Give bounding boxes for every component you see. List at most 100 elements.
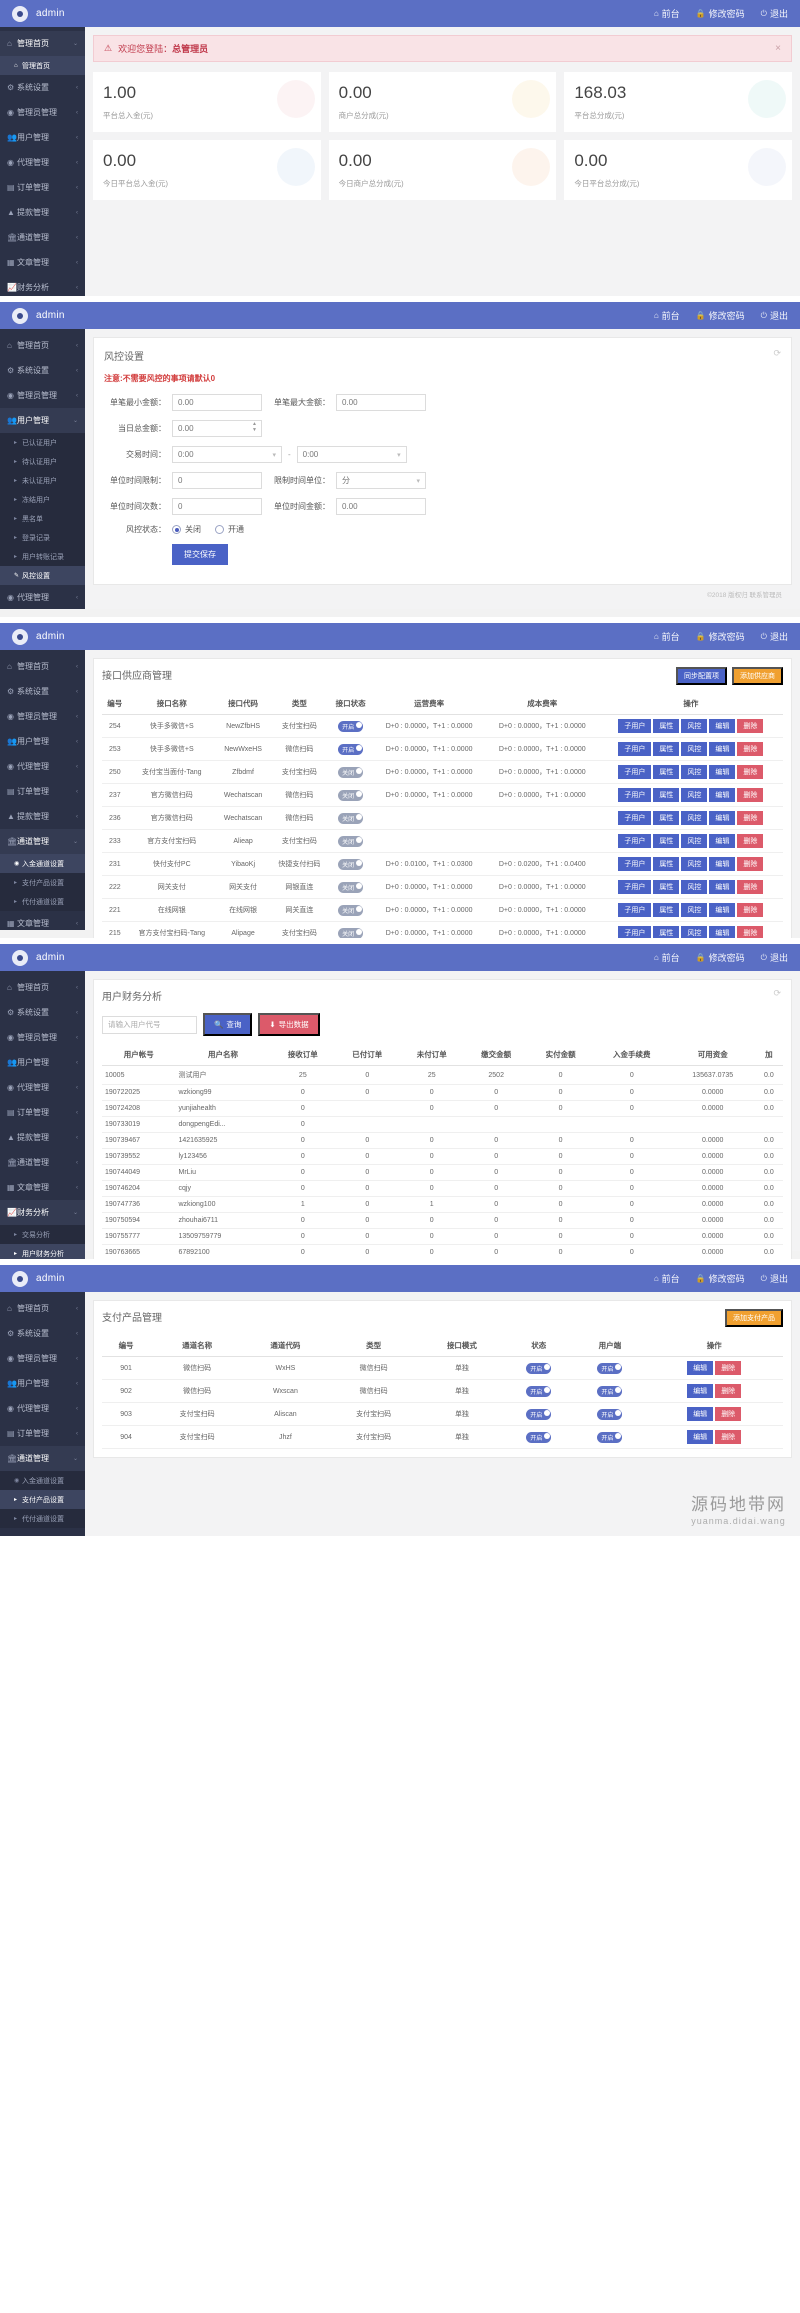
action-1-button[interactable]: 属性 [653, 765, 680, 779]
action-1-button[interactable]: 属性 [653, 742, 680, 756]
sidebar-item-orders[interactable]: ▤订单管理‹ [0, 610, 85, 617]
sidebar-item-admin[interactable]: ◉ 管理员管理 ‹ [0, 100, 85, 125]
cell-status[interactable]: 开启 [503, 1402, 575, 1426]
action-2-button[interactable]: 风控 [681, 765, 708, 779]
action-4-button[interactable]: 删除 [737, 811, 764, 825]
action-3-button[interactable]: 编辑 [709, 788, 736, 802]
sidebar-sub-trade-analysis[interactable]: ▸ 交易分析 [0, 1225, 85, 1244]
sidebar-item-admin[interactable]: ◉ 管理员管理 ‹ [0, 1025, 85, 1050]
sidebar-item-users[interactable]: 👥 用户管理 ‹ [0, 729, 85, 754]
topbar-link-password[interactable]: 🔒 修改密码 [696, 309, 745, 322]
sidebar-item-system[interactable]: ⚙ 系统设置 ‹ [0, 75, 85, 100]
status-toggle[interactable]: 开启 [526, 1431, 552, 1443]
action-0-button[interactable]: 子用户 [618, 880, 652, 894]
action-0-button[interactable]: 子用户 [618, 811, 652, 825]
refresh-icon[interactable]: ⟳ [773, 988, 781, 999]
action-1-button[interactable]: 删除 [715, 1384, 742, 1398]
status-toggle[interactable]: 开启 [526, 1408, 552, 1420]
sidebar-item-withdraw[interactable]: ▲ 提款管理 ‹ [0, 200, 85, 225]
status-toggle[interactable]: 关闭 [338, 927, 364, 938]
status-toggle[interactable]: 开启 [526, 1362, 552, 1374]
sidebar-item-system[interactable]: ⚙ 系统设置 ‹ [0, 1000, 85, 1025]
refresh-icon[interactable]: ⟳ [773, 348, 781, 359]
action-1-button[interactable]: 删除 [715, 1361, 742, 1375]
action-1-button[interactable]: 属性 [653, 903, 680, 917]
sidebar-item-article[interactable]: ▦文章管理 ‹ [0, 1175, 85, 1200]
topbar-link-logout[interactable]: ⏻ 退出 [761, 951, 788, 964]
topbar-link-logout[interactable]: ⏻ 退出 [761, 630, 788, 643]
action-0-button[interactable]: 子用户 [618, 926, 652, 938]
sidebar-sub-product[interactable]: ▸ 支付产品设置 [0, 873, 85, 892]
sidebar-item-users[interactable]: 👥 用户管理 ‹ [0, 1371, 85, 1396]
sidebar-item-finance[interactable]: 📈 财务分析 ⌄ [0, 1200, 85, 1225]
status-toggle[interactable]: 关闭 [338, 858, 364, 870]
cell-status[interactable]: 开启 [328, 737, 373, 761]
close-icon[interactable]: × [775, 43, 781, 54]
sidebar-item-users[interactable]: 👥 用户管理 ‹ [0, 125, 85, 150]
user-toggle[interactable]: 开启 [597, 1431, 623, 1443]
sidebar-item-system[interactable]: ⚙ 系统设置 ‹ [0, 679, 85, 704]
topbar-link-frontend[interactable]: ⌂ 前台 [654, 630, 680, 643]
action-4-button[interactable]: 删除 [737, 857, 764, 871]
sidebar-item-channel[interactable]: 🏛 通道管理 ⌄ [0, 829, 85, 854]
cell-status[interactable]: 开启 [328, 714, 373, 738]
sidebar-sub-login-log[interactable]: ▸ 登录记录 [0, 528, 85, 547]
status-toggle[interactable]: 开启 [338, 743, 364, 755]
sidebar-item-admin[interactable]: ◉ 管理员管理 ‹ [0, 704, 85, 729]
action-0-button[interactable]: 子用户 [618, 834, 652, 848]
action-2-button[interactable]: 风控 [681, 742, 708, 756]
status-toggle[interactable]: 关闭 [338, 789, 364, 801]
sidebar-item-home[interactable]: ⌂ 管理首页 ⌄ [0, 31, 85, 56]
sidebar-item-article[interactable]: ▦文章管理 ‹ [0, 911, 85, 936]
status-toggle[interactable]: 关闭 [338, 881, 364, 893]
radio-open[interactable]: 开通 [215, 524, 244, 535]
action-1-button[interactable]: 属性 [653, 857, 680, 871]
cell-status[interactable]: 关闭 [328, 852, 373, 876]
action-3-button[interactable]: 编辑 [709, 903, 736, 917]
min-amount-input[interactable]: 0.00 [172, 394, 262, 411]
sidebar-item-agent[interactable]: ◉ 代理管理 ‹ [0, 585, 85, 610]
action-0-button[interactable]: 子用户 [618, 788, 652, 802]
action-1-button[interactable]: 属性 [653, 834, 680, 848]
sidebar-item-agent[interactable]: ◉ 代理管理 ‹ [0, 1075, 85, 1100]
action-1-button[interactable]: 属性 [653, 788, 680, 802]
sidebar-sub-pending[interactable]: ▸ 待认证用户 [0, 452, 85, 471]
sidebar-sub-home[interactable]: ⌂ 管理首页 [0, 56, 85, 75]
action-0-button[interactable]: 编辑 [687, 1407, 714, 1421]
status-toggle[interactable]: 关闭 [338, 812, 364, 824]
sidebar-sub-payout[interactable]: ▸ 代付通道设置 [0, 1509, 85, 1528]
unit-time-amount-input[interactable]: 0.00 [336, 498, 426, 515]
action-1-button[interactable]: 删除 [715, 1430, 742, 1444]
cell-user-status[interactable]: 开启 [574, 1402, 646, 1426]
time-to-select[interactable]: 0:00 [296, 446, 407, 463]
action-4-button[interactable]: 删除 [737, 903, 764, 917]
action-3-button[interactable]: 编辑 [709, 719, 736, 733]
radio-close[interactable]: 关闭 [172, 524, 201, 535]
sidebar-item-system[interactable]: ⚙ 系统设置 ‹ [0, 1321, 85, 1346]
action-4-button[interactable]: 删除 [737, 765, 764, 779]
time-unit-select[interactable]: 分 [336, 472, 426, 489]
spinner-icon[interactable]: ▲ ▼ [252, 421, 257, 433]
action-1-button[interactable]: 属性 [653, 880, 680, 894]
cell-status[interactable]: 关闭 [328, 921, 373, 938]
sidebar-item-channel[interactable]: 🏛 通道管理 ‹ [0, 1150, 85, 1175]
action-0-button[interactable]: 编辑 [687, 1361, 714, 1375]
sidebar-item-channel[interactable]: 🏛 通道管理 ‹ [0, 225, 85, 250]
action-4-button[interactable]: 删除 [737, 742, 764, 756]
add-supplier-button[interactable]: 添加供应商 [732, 667, 783, 685]
sidebar-item-agent[interactable]: ◉ 代理管理 ‹ [0, 1396, 85, 1421]
user-toggle[interactable]: 开启 [597, 1408, 623, 1420]
action-0-button[interactable]: 子用户 [618, 742, 652, 756]
action-0-button[interactable]: 编辑 [687, 1430, 714, 1444]
action-4-button[interactable]: 删除 [737, 788, 764, 802]
action-2-button[interactable]: 风控 [681, 926, 708, 938]
action-3-button[interactable]: 编辑 [709, 765, 736, 779]
unit-time-limit-input[interactable]: 0 [172, 472, 262, 489]
action-0-button[interactable]: 编辑 [687, 1384, 714, 1398]
cell-status[interactable]: 关闭 [328, 875, 373, 899]
topbar-link-frontend[interactable]: ⌂ 前台 [654, 7, 680, 20]
sidebar-item-orders[interactable]: ▤订单管理‹ [0, 1421, 85, 1446]
sidebar-item-finance[interactable]: 📈财务分析‹ [0, 936, 85, 938]
action-1-button[interactable]: 属性 [653, 811, 680, 825]
cell-status[interactable]: 关闭 [328, 783, 373, 807]
